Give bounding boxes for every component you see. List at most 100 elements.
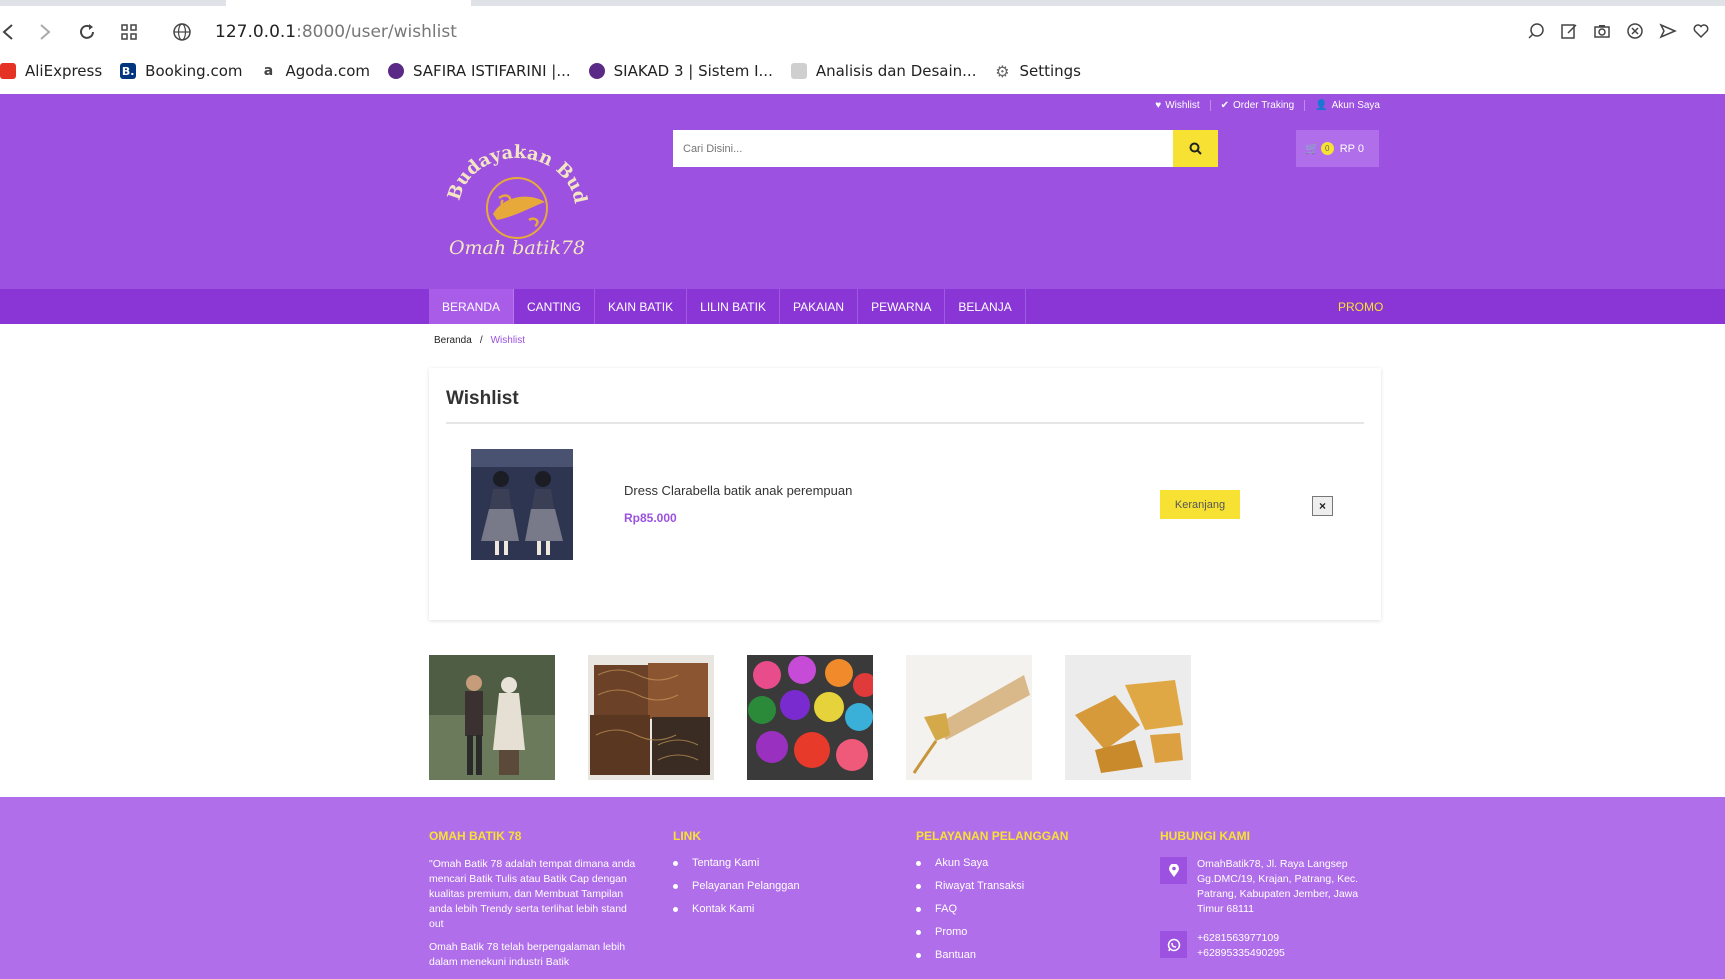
breadcrumb-separator: / (479, 335, 483, 346)
whatsapp-icon (1160, 931, 1187, 958)
phone-numbers: +6281563977109 +62895335490295 (1197, 931, 1372, 961)
close-icon: × (1318, 499, 1326, 513)
nav-item-canting[interactable]: CANTING (514, 289, 596, 324)
edit-icon[interactable] (1558, 20, 1579, 41)
site-header: ♥ Wishlist ✔ Order Traking 👤 Akun Saya Buda… (0, 94, 1725, 289)
breadcrumb-home[interactable]: Beranda (434, 335, 472, 346)
adblock-icon[interactable] (1624, 20, 1645, 41)
heart-icon: ♥ (1155, 100, 1162, 111)
contact-address: OmahBatik78, Jl. Raya Langsep Gg.DMC/19,… (1160, 857, 1372, 917)
bookmark-analisis[interactable]: Analisis dan Desain... (790, 62, 977, 80)
address-bar[interactable]: 127.0.0.1:8000/user/wishlist (215, 22, 457, 42)
search-input[interactable] (673, 130, 1173, 167)
camera-icon[interactable] (1591, 20, 1612, 41)
cart-total: RP 0 (1339, 142, 1364, 155)
nav-item-lilin-batik[interactable]: LILIN BATIK (687, 289, 780, 324)
nav-item-promo[interactable]: PROMO (1338, 289, 1383, 324)
add-to-cart-button[interactable]: Keranjang (1160, 490, 1240, 519)
batik-fabric-photo[interactable] (588, 655, 714, 780)
divider (446, 422, 1364, 424)
site-logo[interactable]: Budayakan Budaya Omah batik78 (431, 120, 597, 262)
bookmark-safira[interactable]: SAFIRA ISTIFARINI |... (388, 62, 571, 80)
category-gallery (429, 655, 1191, 780)
search-icon (1189, 142, 1202, 155)
account-link[interactable]: 👤 Akun Saya (1305, 100, 1380, 111)
footer-link-promo[interactable]: Promo (916, 926, 1068, 938)
bookmark-label: Agoda.com (285, 62, 370, 80)
order-tracking-link[interactable]: ✔ Order Traking (1211, 100, 1306, 111)
phone-2[interactable]: +62895335490295 (1197, 946, 1372, 961)
page-title: Wishlist (446, 388, 519, 409)
product-name[interactable]: Dress Clarabella batik anak perempuan (624, 483, 852, 498)
phone-1[interactable]: +6281563977109 (1197, 931, 1372, 946)
nav-item-pakaian[interactable]: PAKAIAN (780, 289, 859, 324)
bookmark-label: SAFIRA ISTIFARINI |... (413, 62, 571, 80)
send-icon[interactable] (1657, 20, 1678, 41)
bookmark-booking[interactable]: B. Booking.com (120, 62, 243, 80)
footer-link-faq[interactable]: FAQ (916, 903, 1068, 915)
product-image[interactable] (471, 449, 573, 560)
footer-service-title: PELAYANAN PELANGGAN (916, 829, 1069, 843)
cart-count-badge: 0 (1320, 142, 1334, 155)
nav-item-belanja[interactable]: BELANJA (945, 289, 1026, 324)
search-page-icon[interactable] (1525, 20, 1546, 41)
footer-about-title: OMAH BATIK 78 (429, 829, 522, 843)
apps-grid-icon[interactable] (115, 18, 143, 46)
search-bar (673, 130, 1218, 167)
bookmark-aliexpress[interactable]: AliExpress (0, 62, 102, 80)
gear-icon: ⚙ (995, 61, 1010, 81)
footer-link-about[interactable]: Tentang Kami (673, 857, 800, 869)
aliexpress-icon (0, 63, 16, 79)
map-pin-icon (1160, 857, 1187, 884)
document-icon (790, 63, 807, 79)
university-seal-icon (388, 63, 404, 79)
footer-link-account[interactable]: Akun Saya (916, 857, 1068, 869)
dye-powder-photo[interactable] (747, 655, 873, 780)
check-icon: ✔ (1220, 100, 1230, 111)
footer-link-service[interactable]: Pelayanan Pelanggan (673, 880, 800, 892)
forward-icon[interactable] (31, 18, 59, 46)
bookmark-label: AliExpress (25, 62, 103, 80)
account-link-label: Akun Saya (1331, 100, 1380, 111)
top-links: ♥ Wishlist ✔ Order Traking 👤 Akun Saya (1145, 100, 1380, 111)
footer-links-title: LINK (673, 829, 701, 843)
couple-batik-photo[interactable] (429, 655, 555, 780)
remove-button[interactable]: × (1312, 496, 1333, 516)
heart-icon[interactable] (1690, 20, 1711, 41)
footer-link-contact[interactable]: Kontak Kami (673, 903, 800, 915)
breadcrumb-current: Wishlist (490, 335, 526, 346)
browser-tools (1525, 20, 1711, 41)
cart-button[interactable]: 🛒 0 RP 0 (1296, 130, 1379, 167)
reload-icon[interactable] (73, 18, 101, 46)
url-path: :8000/user/wishlist (296, 22, 457, 42)
bookmark-label: Settings (1019, 62, 1081, 80)
site-footer: OMAH BATIK 78 "Omah Batik 78 adalah temp… (0, 797, 1725, 979)
footer-link-history[interactable]: Riwayat Transaksi (916, 880, 1068, 892)
bookmark-settings[interactable]: ⚙ Settings (994, 61, 1081, 81)
wishlist-link[interactable]: ♥ Wishlist (1145, 100, 1211, 111)
bookmarks-bar: AliExpress B. Booking.com a Agoda.com SAFI… (0, 58, 1099, 84)
user-icon: 👤 (1315, 100, 1328, 111)
wishlist-panel: Wishlist Dress Clarabella batik anak per… (429, 368, 1381, 620)
bookmark-agoda[interactable]: a Agoda.com (261, 62, 370, 80)
nav-item-beranda[interactable]: BERANDA (429, 289, 515, 324)
bookmark-siakad[interactable]: SIAKAD 3 | Sistem I... (588, 62, 773, 80)
breadcrumb: Beranda / Wishlist (434, 335, 525, 346)
canting-tool-photo[interactable] (906, 655, 1032, 780)
footer-service: PELAYANAN PELANGGAN Akun Saya Riwayat Tr… (916, 829, 1068, 972)
footer-links: LINK Tentang Kami Pelayanan Pelanggan Ko… (673, 829, 800, 926)
footer-contact-title: HUBUNGI KAMI (1160, 829, 1250, 843)
contact-phone: +6281563977109 +62895335490295 (1160, 931, 1372, 961)
wax-photo[interactable] (1065, 655, 1191, 780)
bookmark-label: Booking.com (145, 62, 243, 80)
globe-icon[interactable] (172, 22, 192, 42)
booking-icon: B. (120, 63, 137, 79)
nav-item-kain-batik[interactable]: KAIN BATIK (595, 289, 688, 324)
svg-text:Budayakan Budaya: Budayakan Budaya (437, 136, 591, 206)
active-tab[interactable] (226, 0, 471, 6)
footer-link-help[interactable]: Bantuan (916, 949, 1068, 961)
nav-item-pewarna[interactable]: PEWARNA (858, 289, 946, 324)
search-button[interactable] (1173, 130, 1218, 167)
bookmark-label: Analisis dan Desain... (815, 62, 977, 80)
back-icon[interactable] (0, 18, 22, 46)
